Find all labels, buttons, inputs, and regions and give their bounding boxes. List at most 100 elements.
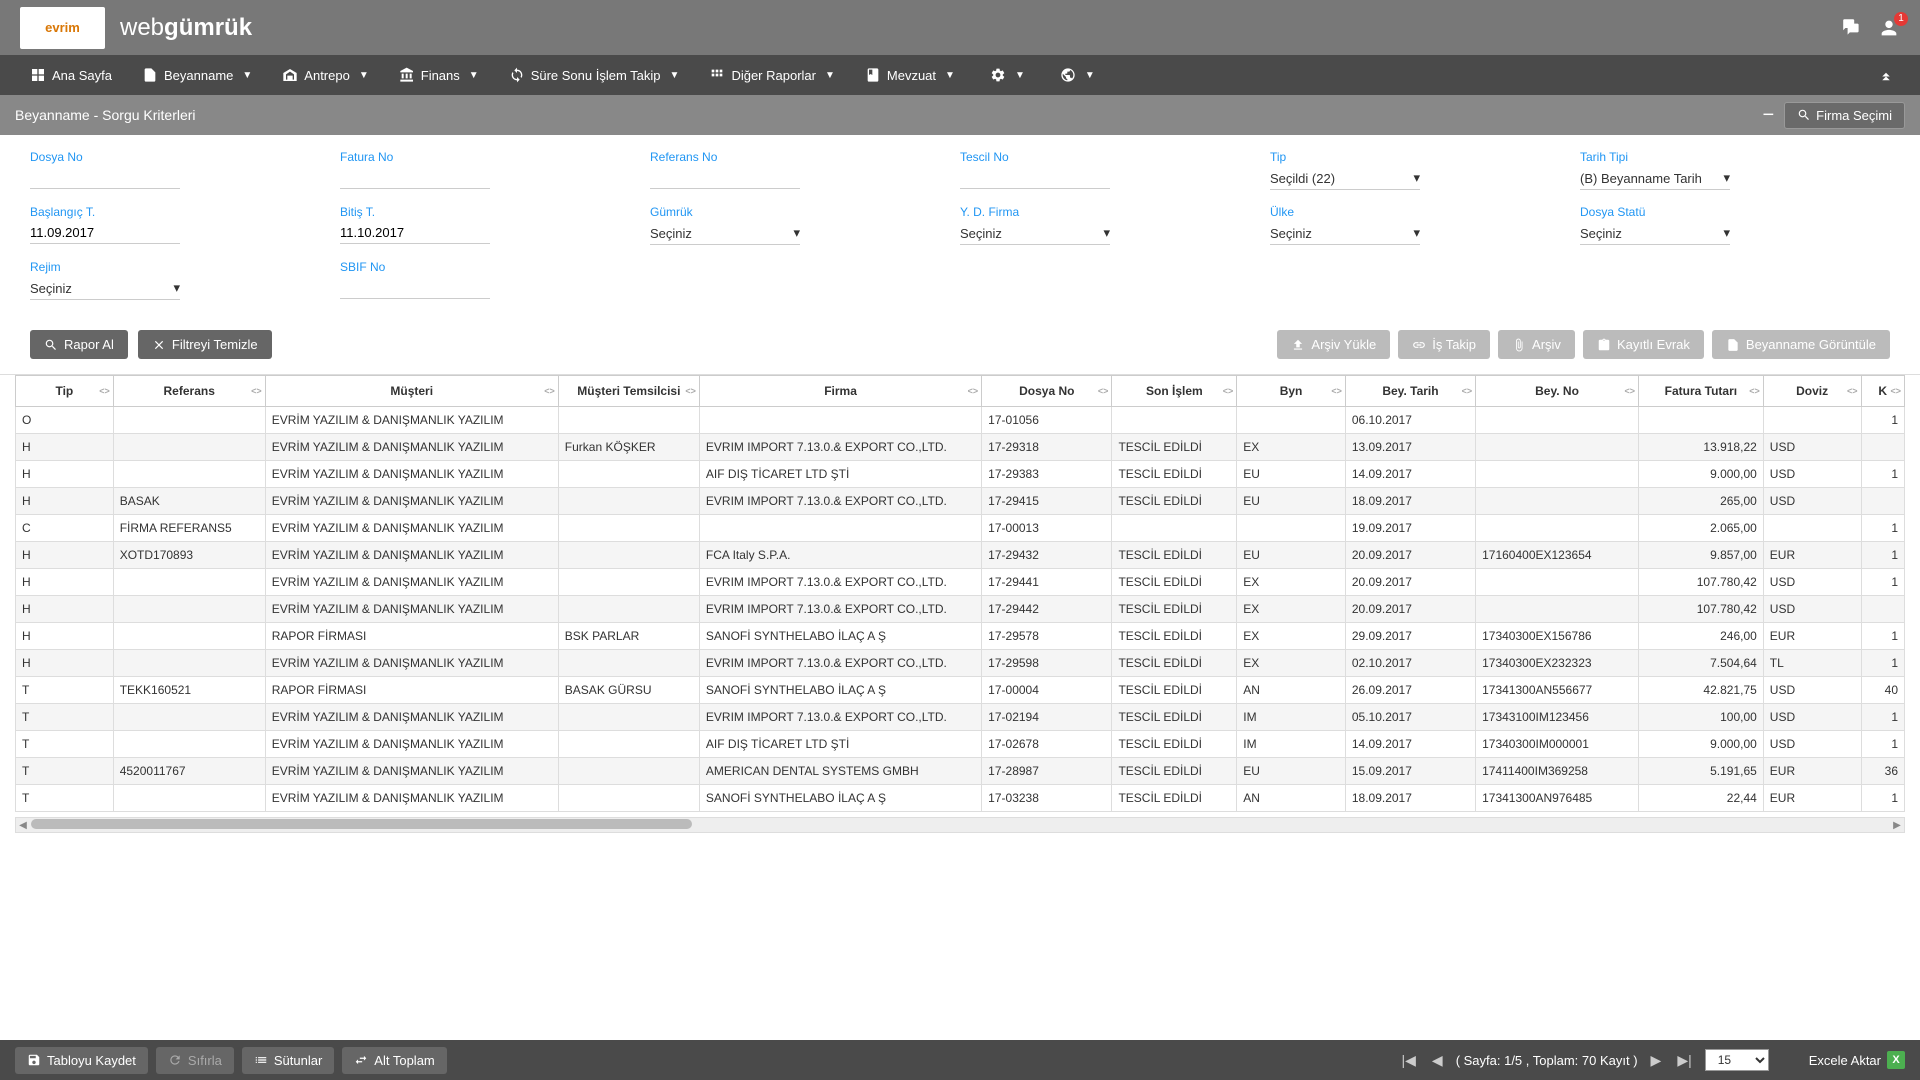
last-page-button[interactable]: ▶| [1674,1052,1694,1069]
column-header[interactable]: Bey. Tarih<> [1345,376,1475,407]
page-size-select[interactable]: 15 [1705,1049,1769,1071]
chevron-down-icon: ▼ [945,70,955,81]
column-header[interactable]: Referans<> [113,376,265,407]
arsiv-yukle-button[interactable]: Arşiv Yükle [1277,330,1390,359]
first-page-button[interactable]: |◀ [1399,1052,1419,1069]
column-header[interactable]: Bey. No<> [1476,376,1639,407]
cell-beyno [1476,407,1639,434]
chat-icon[interactable] [1841,17,1863,39]
table-row[interactable]: T4520011767EVRİM YAZILIM & DANIŞMANLIK Y… [16,758,1905,785]
table-row[interactable]: HEVRİM YAZILIM & DANIŞMANLIK YAZILIMEVRI… [16,569,1905,596]
horizontal-scrollbar[interactable]: ◀ ▶ [15,817,1905,833]
cell-k: 1 [1861,623,1905,650]
dosya-no-input[interactable] [30,167,180,189]
sifirla-button[interactable]: Sıfırla [156,1047,234,1074]
alt-toplam-button[interactable]: Alt Toplam [342,1047,446,1074]
column-header[interactable]: Müşteri<> [265,376,558,407]
cell-tutar: 265,00 [1638,488,1763,515]
prev-page-button[interactable]: ◀ [1429,1052,1446,1069]
settings-menu[interactable]: ▼ [975,55,1040,95]
menu-item-finans[interactable]: Finans▼ [384,55,494,95]
menu-item-antrepo[interactable]: Antrepo▼ [267,55,383,95]
filtreyi-temizle-button[interactable]: Filtreyi Temizle [138,330,272,359]
double-chevron-up-icon [1877,66,1895,84]
arsiv-button[interactable]: Arşiv [1498,330,1575,359]
column-header[interactable]: Son İşlem<> [1112,376,1237,407]
tabloyu-kaydet-button[interactable]: Tabloyu Kaydet [15,1047,148,1074]
menu-item-diğer-raporlar[interactable]: Diğer Raporlar▼ [694,55,849,95]
excel-export-button[interactable]: Excele Aktar X [1809,1051,1905,1069]
column-header[interactable]: Fatura Tutarı<> [1638,376,1763,407]
table-row[interactable]: CFİRMA REFERANS5EVRİM YAZILIM & DANIŞMAN… [16,515,1905,542]
kayitli-evrak-button[interactable]: Kayıtlı Evrak [1583,330,1704,359]
menu-item-süre-sonu-i̇şlem-takip[interactable]: Süre Sonu İşlem Takip▼ [494,55,695,95]
table-row[interactable]: TEVRİM YAZILIM & DANIŞMANLIK YAZILIMSANO… [16,785,1905,812]
tarih-tipi-select[interactable]: (B) Beyanname Tarih▾ [1580,167,1730,190]
sutunlar-button[interactable]: Sütunlar [242,1047,334,1074]
column-header[interactable]: Firma<> [699,376,981,407]
cell-tip: T [16,704,114,731]
cell-k: 1 [1861,542,1905,569]
cell-islem: TESCİL EDİLDİ [1112,542,1237,569]
table-row[interactable]: HEVRİM YAZILIM & DANIŞMANLIK YAZILIMEVRI… [16,596,1905,623]
dosya-statu-label: Dosya Statü [1580,205,1860,219]
column-header[interactable]: K<> [1861,376,1905,407]
cell-tip: H [16,623,114,650]
cell-islem: TESCİL EDİLDİ [1112,704,1237,731]
cell-byn: EX [1237,596,1346,623]
dosya-no-label: Dosya No [30,150,310,164]
is-takip-button[interactable]: İş Takip [1398,330,1490,359]
table-row[interactable]: TEVRİM YAZILIM & DANIŞMANLIK YAZILIMEVRI… [16,704,1905,731]
table-row[interactable]: HEVRİM YAZILIM & DANIŞMANLIK YAZILIMAIF … [16,461,1905,488]
yd-firma-select[interactable]: Seçiniz▾ [960,222,1110,245]
expand-button[interactable] [1867,66,1905,84]
firma-secimi-button[interactable]: Firma Seçimi [1784,102,1905,129]
globe-menu[interactable]: ▼ [1045,55,1110,95]
gumruk-select[interactable]: Seçiniz▾ [650,222,800,245]
alt-toplam-label: Alt Toplam [374,1053,434,1068]
beyanname-goruntule-button[interactable]: Beyanname Görüntüle [1712,330,1890,359]
cell-ref [113,569,265,596]
cell-tarih: 14.09.2017 [1345,461,1475,488]
cell-tem [558,596,699,623]
table-row[interactable]: HRAPOR FİRMASIBSK PARLARSANOFİ SYNTHELAB… [16,623,1905,650]
column-header[interactable]: Doviz<> [1763,376,1861,407]
dosya-statu-select[interactable]: Seçiniz▾ [1580,222,1730,245]
column-header[interactable]: Dosya No<> [982,376,1112,407]
menu-item-ana-sayfa[interactable]: Ana Sayfa [15,55,127,95]
table-row[interactable]: HEVRİM YAZILIM & DANIŞMANLIK YAZILIMEVRI… [16,650,1905,677]
chevron-down-icon: ▼ [825,70,835,81]
rejim-select[interactable]: Seçiniz▾ [30,277,180,300]
column-header[interactable]: Byn<> [1237,376,1346,407]
table-row[interactable]: TEVRİM YAZILIM & DANIŞMANLIK YAZILIMAIF … [16,731,1905,758]
cell-firma: AIF DIŞ TİCARET LTD ŞTİ [699,461,981,488]
scroll-right-icon[interactable]: ▶ [1890,818,1904,832]
table-row[interactable]: HXOTD170893EVRİM YAZILIM & DANIŞMANLIK Y… [16,542,1905,569]
table-row[interactable]: OEVRİM YAZILIM & DANIŞMANLIK YAZILIM17-0… [16,407,1905,434]
tip-select[interactable]: Seçildi (22)▾ [1270,167,1420,190]
next-page-button[interactable]: ▶ [1648,1052,1665,1069]
cell-dosya: 17-29442 [982,596,1112,623]
bitis-input[interactable] [340,222,490,244]
table-row[interactable]: TTEKK160521RAPOR FİRMASIBASAK GÜRSUSANOF… [16,677,1905,704]
baslangic-input[interactable] [30,222,180,244]
menu-item-beyanname[interactable]: Beyanname▼ [127,55,267,95]
cell-tip: T [16,758,114,785]
fatura-no-input[interactable] [340,167,490,189]
scrollbar-thumb[interactable] [31,819,692,829]
table-row[interactable]: HEVRİM YAZILIM & DANIŞMANLIK YAZILIMFurk… [16,434,1905,461]
sbif-no-input[interactable] [340,277,490,299]
rapor-al-button[interactable]: Rapor Al [30,330,128,359]
tescil-no-input[interactable] [960,167,1110,189]
scroll-left-icon[interactable]: ◀ [16,818,30,832]
cell-doviz: EUR [1763,758,1861,785]
table-row[interactable]: HBASAKEVRİM YAZILIM & DANIŞMANLIK YAZILI… [16,488,1905,515]
column-header[interactable]: Müşteri Temsilcisi<> [558,376,699,407]
user-icon[interactable]: 1 [1878,17,1900,39]
column-header[interactable]: Tip<> [16,376,114,407]
minimize-icon[interactable]: − [1762,104,1774,127]
referans-no-input[interactable] [650,167,800,189]
menu-item-mevzuat[interactable]: Mevzuat▼ [850,55,970,95]
ulke-select[interactable]: Seçiniz▾ [1270,222,1420,245]
cell-tutar: 246,00 [1638,623,1763,650]
